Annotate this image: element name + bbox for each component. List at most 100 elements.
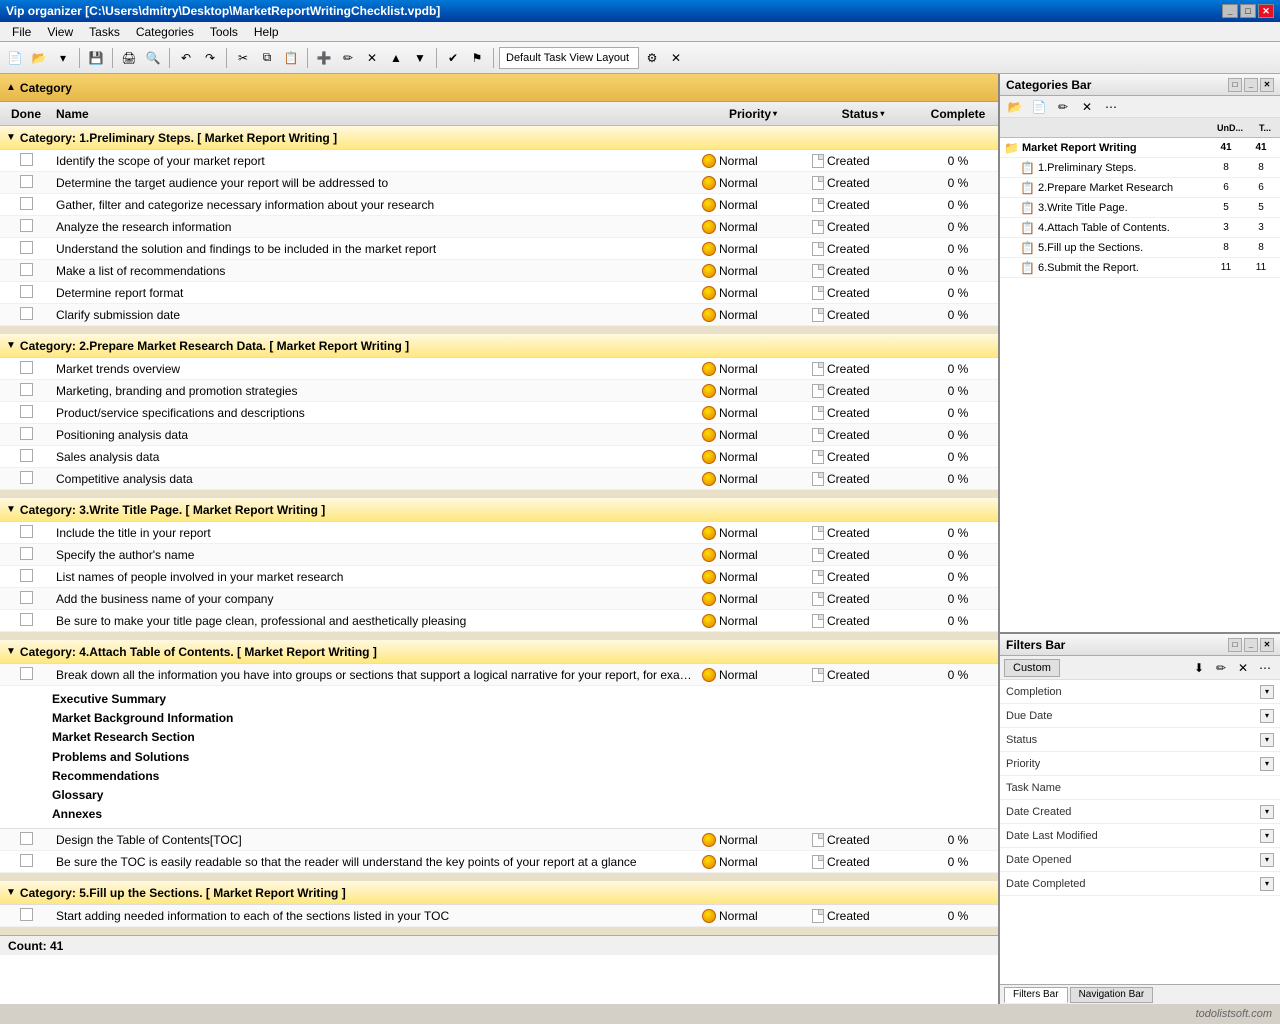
task-done-cell[interactable] [0, 569, 52, 585]
task-row[interactable]: Determine report format Normal Created 0… [0, 282, 998, 304]
task-checkbox[interactable] [20, 427, 33, 440]
filter-dropdown[interactable]: ▾ [1260, 853, 1274, 867]
task-done-cell[interactable] [0, 153, 52, 169]
filter-dropdown[interactable]: ▾ [1260, 709, 1274, 723]
task-pane[interactable]: ▲ Category Done Name Priority ▾ Status ▾… [0, 74, 1000, 1004]
task-checkbox[interactable] [20, 908, 33, 921]
tb-redo[interactable]: ↷ [199, 47, 221, 69]
task-done-cell[interactable] [0, 613, 52, 629]
menu-tools[interactable]: Tools [202, 23, 246, 41]
filter-dropdown[interactable]: ▾ [1260, 757, 1274, 771]
close-button[interactable]: ✕ [1258, 4, 1274, 18]
task-checkbox[interactable] [20, 854, 33, 867]
flt-panel-close[interactable]: ✕ [1260, 638, 1274, 652]
task-checkbox[interactable] [20, 832, 33, 845]
task-done-cell[interactable] [0, 854, 52, 870]
tb-up[interactable]: ▲ [385, 47, 407, 69]
category-row[interactable]: ▼Category: 4.Attach Table of Contents. [… [0, 640, 998, 664]
tb-print[interactable]: 🖨 [118, 47, 140, 69]
tb-cut[interactable]: ✂ [232, 47, 254, 69]
layout-label[interactable]: Default Task View Layout [499, 47, 639, 69]
task-row[interactable]: Add the business name of your company No… [0, 588, 998, 610]
cat-tb-1[interactable]: 📂 [1004, 96, 1026, 118]
task-row[interactable]: Be sure the TOC is easily readable so th… [0, 851, 998, 873]
flt-tb-4[interactable]: ⋯ [1254, 657, 1276, 679]
task-checkbox[interactable] [20, 361, 33, 374]
task-checkbox[interactable] [20, 547, 33, 560]
cat-tree-item[interactable]: 📋 3.Write Title Page. 5 5 [1000, 198, 1280, 218]
task-checkbox[interactable] [20, 175, 33, 188]
category-row[interactable]: ▼Category: 2.Prepare Market Research Dat… [0, 334, 998, 358]
flt-tb-1[interactable]: ⬇ [1188, 657, 1210, 679]
task-row[interactable]: Analyze the research information Normal … [0, 216, 998, 238]
category-row[interactable]: ▼Category: 5.Fill up the Sections. [ Mar… [0, 881, 998, 905]
cat-tb-3[interactable]: ✏ [1052, 96, 1074, 118]
tb-dropdown[interactable]: ▾ [52, 47, 74, 69]
tb-delete[interactable]: ✕ [361, 47, 383, 69]
flt-tb-2[interactable]: ✏ [1210, 657, 1232, 679]
filter-dropdown[interactable]: ▾ [1260, 829, 1274, 843]
task-checkbox[interactable] [20, 471, 33, 484]
task-done-cell[interactable] [0, 427, 52, 443]
task-done-cell[interactable] [0, 175, 52, 191]
task-done-cell[interactable] [0, 449, 52, 465]
tb-check[interactable]: ✔ [442, 47, 464, 69]
task-done-cell[interactable] [0, 361, 52, 377]
menu-tasks[interactable]: Tasks [81, 23, 128, 41]
cat-tb-4[interactable]: ✕ [1076, 96, 1098, 118]
tb-down[interactable]: ▼ [409, 47, 431, 69]
task-checkbox[interactable] [20, 591, 33, 604]
tab-navigation-bar[interactable]: Navigation Bar [1070, 987, 1154, 1003]
tb-edit[interactable]: ✏ [337, 47, 359, 69]
task-checkbox[interactable] [20, 383, 33, 396]
task-done-cell[interactable] [0, 285, 52, 301]
task-done-cell[interactable] [0, 405, 52, 421]
task-done-cell[interactable] [0, 525, 52, 541]
task-done-cell[interactable] [0, 547, 52, 563]
task-row[interactable]: Positioning analysis data Normal Created… [0, 424, 998, 446]
task-row[interactable]: Sales analysis data Normal Created 0 % [0, 446, 998, 468]
task-row[interactable]: Clarify submission date Normal Created 0… [0, 304, 998, 326]
menu-file[interactable]: File [4, 23, 39, 41]
task-row[interactable]: Include the title in your report Normal … [0, 522, 998, 544]
task-checkbox[interactable] [20, 197, 33, 210]
cat-tree-item[interactable]: 📋 4.Attach Table of Contents. 3 3 [1000, 218, 1280, 238]
tb-layout-x[interactable]: ✕ [665, 47, 687, 69]
filter-dropdown[interactable]: ▾ [1260, 685, 1274, 699]
cat-tree-item[interactable]: 📁 Market Report Writing 41 41 [1000, 138, 1280, 158]
col-status-header[interactable]: Status ▾ [808, 107, 918, 121]
task-checkbox[interactable] [20, 263, 33, 276]
cat-panel-close[interactable]: ✕ [1260, 78, 1274, 92]
task-done-cell[interactable] [0, 591, 52, 607]
task-row[interactable]: Product/service specifications and descr… [0, 402, 998, 424]
cat-tree-item[interactable]: 📋 6.Submit the Report. 11 11 [1000, 258, 1280, 278]
task-done-cell[interactable] [0, 667, 52, 683]
task-done-cell[interactable] [0, 219, 52, 235]
task-row[interactable]: Specify the author's name Normal Created… [0, 544, 998, 566]
task-row[interactable]: Break down all the information you have … [0, 664, 998, 686]
tab-filters-bar[interactable]: Filters Bar [1004, 987, 1068, 1003]
tb-new[interactable]: 📄 [4, 47, 26, 69]
task-row[interactable]: Marketing, branding and promotion strate… [0, 380, 998, 402]
tb-layout-opts[interactable]: ⚙ [641, 47, 663, 69]
menu-view[interactable]: View [39, 23, 81, 41]
filter-dropdown[interactable]: ▾ [1260, 733, 1274, 747]
maximize-button[interactable]: □ [1240, 4, 1256, 18]
tb-copy[interactable]: ⧉ [256, 47, 278, 69]
task-checkbox[interactable] [20, 285, 33, 298]
task-row[interactable]: Identify the scope of your market report… [0, 150, 998, 172]
tb-save[interactable]: 💾 [85, 47, 107, 69]
col-priority-header[interactable]: Priority ▾ [698, 107, 808, 121]
col-name-header[interactable]: Name [52, 107, 698, 121]
task-row[interactable]: Start adding needed information to each … [0, 905, 998, 927]
flt-panel-btn1[interactable]: □ [1228, 638, 1242, 652]
menu-help[interactable]: Help [246, 23, 287, 41]
task-row[interactable]: List names of people involved in your ma… [0, 566, 998, 588]
category-header[interactable]: ▲ Category [0, 74, 998, 102]
cat-tb-2[interactable]: 📄 [1028, 96, 1050, 118]
cat-tree-item[interactable]: 📋 2.Prepare Market Research 6 6 [1000, 178, 1280, 198]
menu-categories[interactable]: Categories [128, 23, 202, 41]
task-done-cell[interactable] [0, 197, 52, 213]
filter-dropdown[interactable]: ▾ [1260, 877, 1274, 891]
task-row[interactable]: Make a list of recommendations Normal Cr… [0, 260, 998, 282]
